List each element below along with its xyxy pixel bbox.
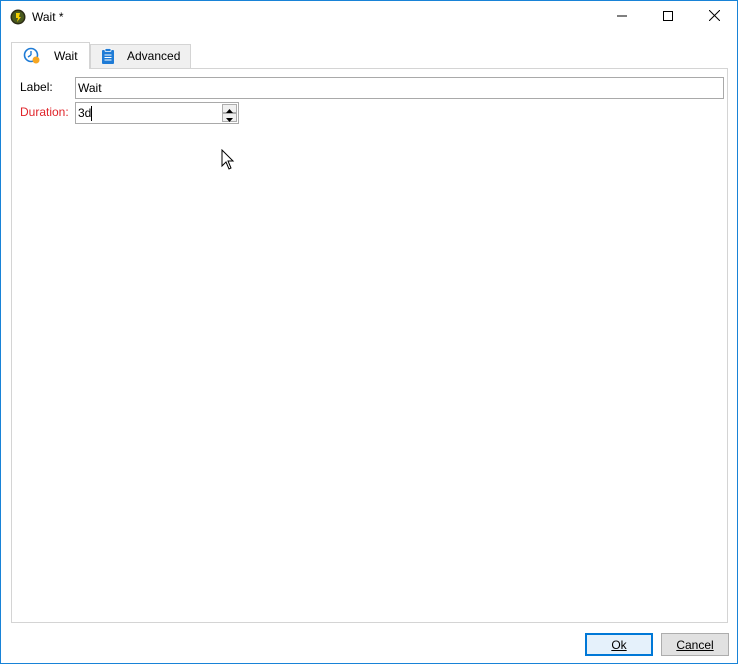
maximize-icon — [663, 10, 673, 24]
spin-buttons — [222, 104, 237, 122]
mouse-pointer-icon — [221, 148, 235, 171]
clock-icon — [23, 47, 41, 65]
cancel-button-label: Cancel — [676, 637, 714, 652]
duration-field-caption: Duration: — [20, 105, 69, 119]
title-bar[interactable]: Wait * — [1, 1, 737, 32]
window-title: Wait * — [32, 10, 64, 24]
text-caret — [91, 106, 92, 121]
minimize-icon — [617, 10, 627, 24]
tab-wait-label: Wait — [54, 49, 78, 63]
close-button[interactable] — [691, 1, 737, 32]
label-input[interactable] — [75, 77, 724, 99]
cancel-button[interactable]: Cancel — [661, 633, 729, 656]
tab-advanced[interactable]: Advanced — [90, 44, 191, 68]
duration-spinner[interactable]: 3d — [75, 102, 239, 124]
tab-content-panel — [11, 68, 728, 623]
app-logo-icon — [10, 9, 26, 25]
close-icon — [708, 9, 720, 24]
spin-down-button[interactable] — [222, 113, 237, 122]
label-field-caption: Label: — [20, 80, 53, 94]
clipboard-icon — [99, 47, 117, 65]
ok-button[interactable]: Ok — [585, 633, 653, 656]
arrow-down-icon — [226, 111, 233, 125]
tab-wait[interactable]: Wait — [11, 42, 90, 69]
maximize-button[interactable] — [645, 1, 691, 32]
duration-value[interactable]: 3d — [78, 106, 91, 120]
dialog-window: Wait * Wait Advanced Label: Wait Duratio… — [0, 0, 738, 664]
ok-button-label: Ok — [611, 637, 627, 652]
tab-advanced-label: Advanced — [127, 49, 181, 63]
minimize-button[interactable] — [599, 1, 645, 32]
